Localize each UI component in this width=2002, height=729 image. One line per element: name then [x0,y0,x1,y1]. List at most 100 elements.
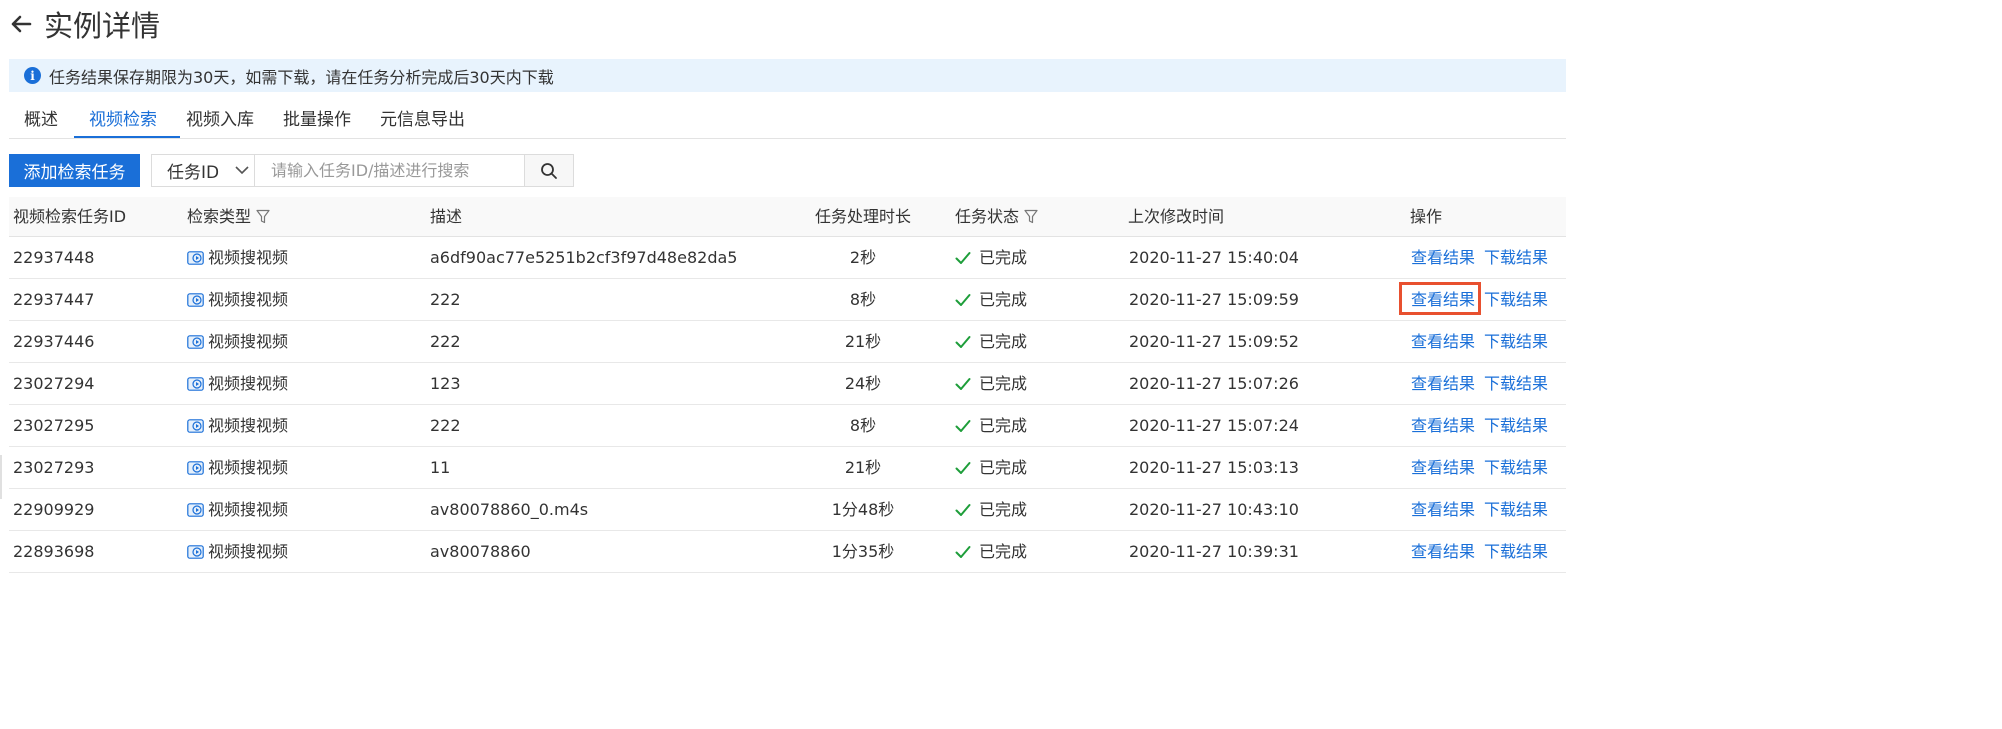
table-row: 23027293 视频搜视频 11 21秒 已完成 2020-11-27 15:… [9,447,1566,489]
download-result-link[interactable]: 下载结果 [1484,531,1548,572]
task-id: 22893698 [13,542,95,561]
tab-batch-operations[interactable]: 批量操作 [283,102,351,138]
header-description: 描述 [430,207,463,226]
header-last-modified: 上次修改时间 [1128,207,1225,226]
download-result-link[interactable]: 下载结果 [1484,363,1548,404]
download-result-link[interactable]: 下载结果 [1484,237,1548,278]
table-row: 23027294 视频搜视频 123 24秒 已完成 2020-11-27 15… [9,363,1566,405]
tab-video-ingest[interactable]: 视频入库 [186,102,254,138]
table-row: 22909929 视频搜视频 av80078860_0.m4s 1分48秒 已完… [9,489,1566,531]
tab-metadata-export[interactable]: 元信息导出 [380,102,465,138]
task-status: 已完成 [955,405,1027,446]
download-result-link[interactable]: 下载结果 [1484,489,1548,530]
task-duration: 21秒 [844,458,882,477]
status-label: 已完成 [979,374,1028,393]
table-header: 视频检索任务ID 检索类型 描述 任务处理时长 任务状态 上次修改时间 操作 [9,197,1566,237]
page-header: 实例详情 [8,2,160,46]
video-play-icon [187,460,204,475]
search-field-value: 任务ID [167,163,220,183]
view-result-link[interactable]: 查看结果 [1411,531,1475,572]
task-id: 23027295 [13,416,95,435]
task-duration: 21秒 [844,332,882,351]
search-field-select[interactable]: 任务ID [151,154,256,187]
search-icon [541,162,557,179]
search-type-label: 视频搜视频 [208,458,289,477]
search-button[interactable] [524,154,574,187]
task-duration: 24秒 [844,374,882,393]
search-type-label: 视频搜视频 [208,374,289,393]
task-status: 已完成 [955,447,1027,488]
video-play-icon [187,292,204,307]
search-task-table: 视频检索任务ID 检索类型 描述 任务处理时长 任务状态 上次修改时间 操作 2… [9,197,1566,573]
view-result-link[interactable]: 查看结果 [1411,405,1475,446]
table-row: 22937446 视频搜视频 222 21秒 已完成 2020-11-27 15… [9,321,1566,363]
view-result-link[interactable]: 查看结果 [1411,321,1475,362]
search-type: 视频搜视频 [187,531,288,572]
last-modified-time: 2020-11-27 10:39:31 [1129,542,1299,561]
task-duration: 8秒 [849,290,877,309]
search-type: 视频搜视频 [187,489,288,530]
task-status: 已完成 [955,363,1027,404]
last-modified-time: 2020-11-27 15:09:52 [1129,332,1299,351]
download-result-link[interactable]: 下载结果 [1484,279,1548,320]
header-search-type-label: 检索类型 [187,207,252,226]
tab-overview[interactable]: 概述 [24,102,58,138]
header-search-type[interactable]: 检索类型 [187,197,270,236]
task-status: 已完成 [955,279,1027,320]
search-type: 视频搜视频 [187,237,288,278]
last-modified-time: 2020-11-27 15:07:26 [1129,374,1299,393]
search-type: 视频搜视频 [187,405,288,446]
header-status[interactable]: 任务状态 [955,197,1038,236]
view-result-link[interactable]: 查看结果 [1411,363,1475,404]
check-icon [955,251,971,264]
left-edge-marker [0,455,2,499]
task-id: 22937446 [13,332,95,351]
search-type-label: 视频搜视频 [208,332,289,351]
task-description: av80078860_0.m4s [430,500,589,519]
task-status: 已完成 [955,321,1027,362]
tab-video-search[interactable]: 视频检索 [89,102,157,138]
add-search-task-button[interactable]: 添加检索任务 [9,154,140,187]
view-result-link[interactable]: 查看结果 [1411,237,1475,278]
task-description: 222 [430,332,461,351]
search-type-label: 视频搜视频 [208,500,289,519]
status-label: 已完成 [979,332,1028,351]
check-icon [955,419,971,432]
task-duration: 8秒 [849,416,877,435]
info-icon: i [24,67,41,84]
search-type: 视频搜视频 [187,321,288,362]
view-result-link[interactable]: 查看结果 [1411,447,1475,488]
task-duration: 1分35秒 [831,542,895,561]
download-result-link[interactable]: 下载结果 [1484,447,1548,488]
check-icon [955,293,971,306]
filter-icon[interactable] [256,209,270,224]
task-description: 222 [430,416,461,435]
download-result-link[interactable]: 下载结果 [1484,321,1548,362]
status-label: 已完成 [979,500,1028,519]
task-status: 已完成 [955,489,1027,530]
task-description: 123 [430,374,461,393]
retention-notice: i 任务结果保存期限为30天，如需下载，请在任务分析完成后30天内下载 [9,59,1566,92]
last-modified-time: 2020-11-27 15:40:04 [1129,248,1299,267]
last-modified-time: 2020-11-27 15:09:59 [1129,290,1299,309]
download-result-link[interactable]: 下载结果 [1484,405,1548,446]
view-result-link[interactable]: 查看结果 [1411,489,1475,530]
search-type-label: 视频搜视频 [208,248,289,267]
header-status-label: 任务状态 [955,207,1020,226]
filter-icon[interactable] [1024,209,1038,224]
header-actions: 操作 [1410,207,1443,226]
task-id: 22937448 [13,248,95,267]
notice-text: 任务结果保存期限为30天，如需下载，请在任务分析完成后30天内下载 [49,67,554,87]
arrow-left-icon[interactable] [8,11,34,37]
task-description: 11 [430,458,451,477]
check-icon [955,377,971,390]
search-type-label: 视频搜视频 [208,542,289,561]
search-type: 视频搜视频 [187,279,288,320]
task-description: a6df90ac77e5251b2cf3f97d48e82da5 [430,248,738,267]
search-type: 视频搜视频 [187,447,288,488]
check-icon [955,461,971,474]
task-id: 22909929 [13,500,95,519]
search-input[interactable] [254,154,542,187]
task-description: av80078860 [430,542,531,561]
search-type-label: 视频搜视频 [208,416,289,435]
